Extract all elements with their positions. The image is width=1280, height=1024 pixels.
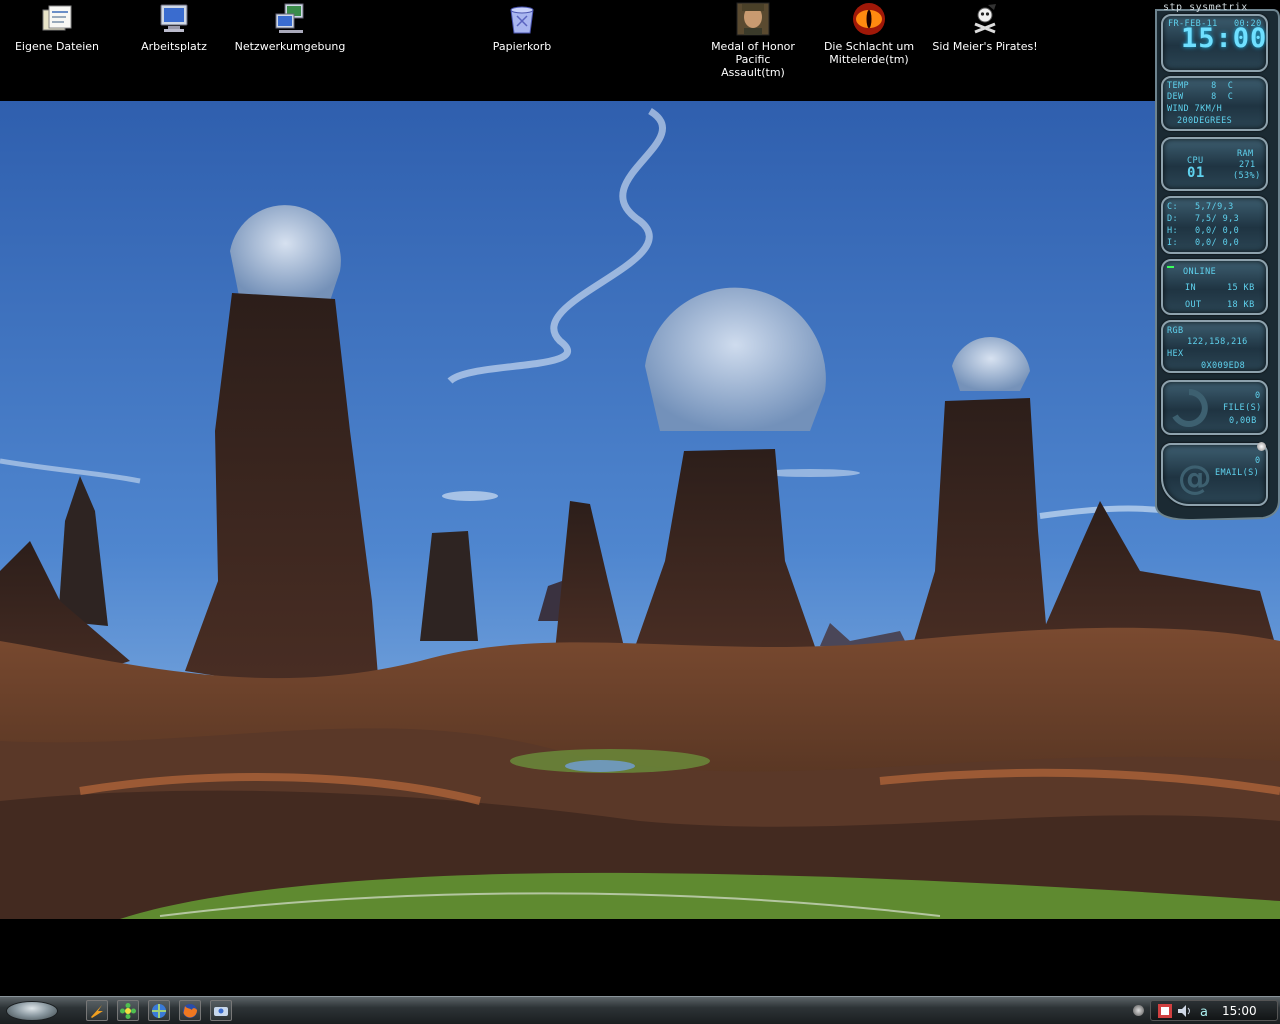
medal-of-honor-icon	[736, 2, 770, 36]
drive-c-value: 5,7/9,3	[1195, 202, 1234, 212]
desktop-icon-pirates[interactable]: Sid Meier's Pirates!	[925, 2, 1045, 53]
hex-value: 0X009ED8	[1201, 361, 1246, 371]
explorer-icon	[152, 1004, 166, 1018]
drive-c-label: C:	[1167, 202, 1179, 212]
email-label: EMAIL(S)	[1215, 468, 1260, 478]
desktop-icon-my-documents[interactable]: Eigene Dateien	[0, 2, 117, 53]
desktop-icon-label: Netzwerkumgebung	[234, 40, 346, 53]
weather-panel: TEMP 8 C DEW 8 C WIND 7KM/H 200DEGREES	[1161, 76, 1268, 131]
desktop-icon-label: Eigene Dateien	[14, 40, 100, 53]
wind-dir-text: 200DEGREES	[1177, 116, 1233, 126]
dew-text: DEW 8 C	[1167, 92, 1234, 102]
desktop-icon-label: Papierkorb	[492, 40, 552, 53]
quicklaunch-flower[interactable]	[117, 1000, 139, 1021]
email-at-icon: @	[1178, 458, 1212, 498]
flower-icon	[120, 1003, 136, 1019]
net-in-value: 15 KB	[1227, 283, 1255, 293]
desktop-wallpaper	[0, 101, 1280, 919]
sysmetrix-knob[interactable]	[1257, 442, 1266, 451]
quicklaunch-messenger[interactable]	[210, 1000, 232, 1021]
recycle-bin-icon	[510, 6, 534, 34]
system-tray: a	[1150, 1000, 1278, 1021]
desktop-icon-label: Sid Meier's Pirates!	[932, 40, 1038, 53]
rgb-value: 122,158,216	[1187, 337, 1248, 347]
drive-h-label: H:	[1167, 226, 1179, 236]
drives-panel: C: 5,7/9,3 D: 7,5/ 9,3 H: 0,0/ 0,0 I: 0,…	[1161, 196, 1268, 254]
rgb-label: RGB	[1167, 326, 1184, 336]
cpu-ram-panel: CPU 01 RAM 271 (53%)	[1161, 137, 1268, 191]
desktop-icon-network[interactable]: Netzwerkumgebung	[230, 2, 350, 53]
temp-text: TEMP 8 C	[1167, 81, 1234, 91]
sysmetrix-title: stp sysmetrix	[1163, 2, 1248, 13]
ram-label: RAM	[1237, 149, 1254, 159]
online-status: ONLINE	[1183, 267, 1217, 277]
network-icon	[275, 3, 304, 33]
quicklaunch-firefox[interactable]	[179, 1000, 201, 1021]
ram-value: 271	[1239, 160, 1256, 170]
start-button[interactable]	[6, 1001, 58, 1021]
desktop-icon-label: Die Schlacht um Mittelerde(tm)	[823, 40, 915, 66]
taskbar-clock[interactable]: 15:00	[1222, 1004, 1257, 1018]
desktop-icon-my-computer[interactable]: Arbeitsplatz	[114, 2, 234, 53]
messenger-icon	[214, 1007, 228, 1016]
recycle-count: 0	[1255, 391, 1261, 401]
drive-d-label: D:	[1167, 214, 1179, 224]
net-out-label: OUT	[1185, 300, 1202, 310]
winamp-icon	[91, 1005, 103, 1018]
cpu-value: 01	[1187, 165, 1205, 181]
recycle-icon	[1172, 389, 1208, 427]
desktop-icon-recycle-bin[interactable]: Papierkorb	[462, 2, 582, 53]
clock-text: 15:00	[1181, 23, 1268, 54]
ram-percent: (53%)	[1233, 171, 1261, 181]
volume-icon[interactable]	[1176, 1003, 1192, 1019]
recycle-panel[interactable]: 0 FILE(S) 0,00B	[1161, 380, 1268, 435]
email-panel[interactable]: @ 0 EMAIL(S)	[1161, 443, 1268, 506]
svg-text:@: @	[1178, 458, 1212, 498]
tray-toggle-icon[interactable]	[1133, 1005, 1144, 1016]
quicklaunch-explorer[interactable]	[148, 1000, 170, 1021]
svg-text:a: a	[1200, 1005, 1208, 1019]
clock-panel: FR-FEB-11 00:20 15:00	[1161, 14, 1268, 72]
drive-i-label: I:	[1167, 238, 1179, 248]
online-indicator	[1167, 266, 1174, 268]
tray-app-icon[interactable]	[1157, 1003, 1173, 1019]
hex-label: HEX	[1167, 349, 1184, 359]
recycle-files-label: FILE(S)	[1223, 403, 1262, 413]
drive-h-value: 0,0/ 0,0	[1195, 226, 1240, 236]
desktop-icon-label: Arbeitsplatz	[141, 40, 207, 53]
my-computer-icon	[160, 4, 188, 32]
quicklaunch-winamp[interactable]	[86, 1000, 108, 1021]
recycle-size: 0,00B	[1229, 416, 1257, 426]
drive-d-value: 7,5/ 9,3	[1195, 214, 1240, 224]
pirate-flag-icon	[974, 4, 996, 34]
network-panel: ONLINE IN 15 KB OUT 18 KB	[1161, 259, 1268, 315]
eye-of-sauron-icon	[853, 3, 885, 35]
desktop-icon-label: Medal of Honor Pacific Assault(tm)	[711, 40, 795, 79]
net-in-label: IN	[1185, 283, 1197, 293]
desktop-icon-medal-of-honor[interactable]: Medal of Honor Pacific Assault(tm)	[693, 2, 813, 79]
drive-i-value: 0,0/ 0,0	[1195, 238, 1240, 248]
net-out-value: 18 KB	[1227, 300, 1255, 310]
color-panel: RGB 122,158,216 HEX 0X009ED8	[1161, 320, 1268, 373]
firefox-icon	[183, 1004, 198, 1018]
desktop-icon-battle-for-middle-earth[interactable]: Die Schlacht um Mittelerde(tm)	[809, 2, 929, 66]
taskbar: a 15:00	[0, 996, 1280, 1024]
network-tray-icon[interactable]: a	[1196, 1003, 1212, 1019]
my-documents-icon	[42, 5, 72, 31]
wind-text: WIND 7KM/H	[1167, 104, 1223, 114]
email-count: 0	[1255, 456, 1261, 466]
